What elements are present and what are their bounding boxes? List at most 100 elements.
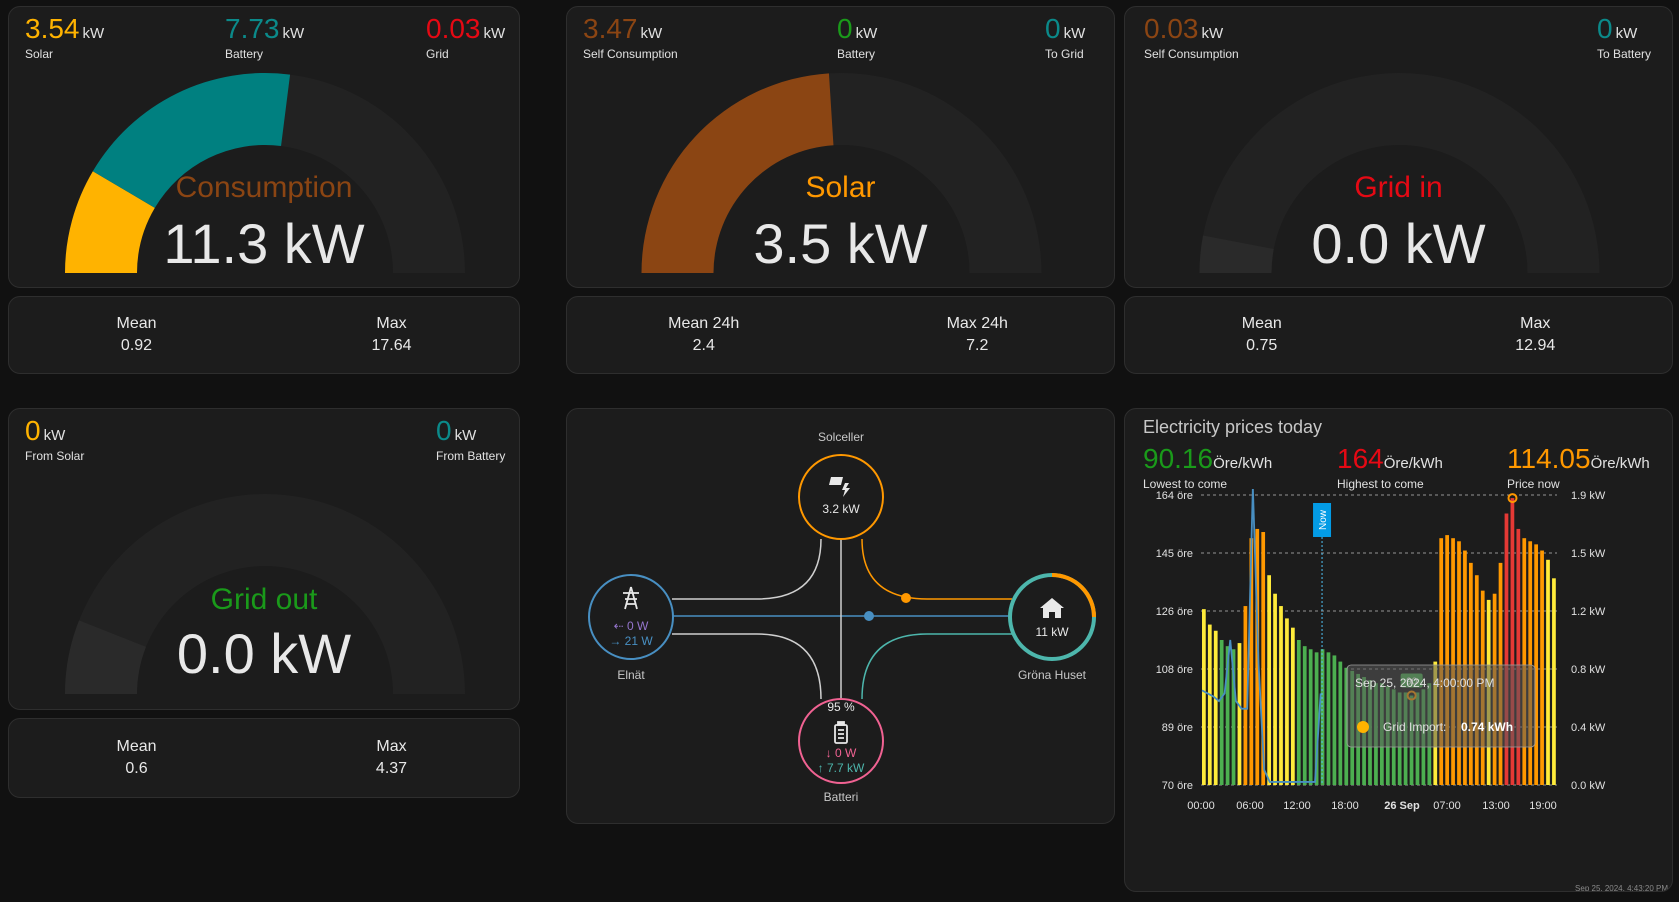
- battery-to-home-line: [861, 633, 1012, 700]
- battery-percent: 95 %: [827, 700, 855, 714]
- stat-value: 114.05: [1507, 443, 1591, 474]
- max-block: Max 17.64: [264, 297, 519, 373]
- price-bar[interactable]: [1302, 646, 1307, 785]
- price-bar[interactable]: [1546, 559, 1550, 785]
- grid-in-stats-card: Mean 0.75 Max 12.94: [1124, 296, 1673, 374]
- grid-out-stats-card: Mean 0.6 Max 4.37: [8, 718, 520, 798]
- solar-node-value: 3.2 kW: [822, 502, 860, 516]
- price-bar[interactable]: [1291, 627, 1295, 785]
- price-bar[interactable]: [1285, 618, 1289, 785]
- price-bar[interactable]: [1267, 575, 1271, 785]
- y-left-tick: 70 öre: [1162, 780, 1193, 792]
- mean-block: Mean 0.92: [9, 297, 264, 373]
- mean-value: 0.75: [1246, 337, 1278, 354]
- solar-card: 3.47 kW Self Consumption 0 kW Battery 0 kW …: [566, 6, 1115, 288]
- stat-unit: Öre/kWh: [1590, 455, 1650, 472]
- x-tick: 26 Sep: [1384, 800, 1420, 812]
- now-marker-label: Now: [1318, 509, 1329, 530]
- mean-label: Mean: [116, 315, 157, 332]
- max-label: Max: [376, 315, 407, 332]
- price-bar[interactable]: [1207, 624, 1212, 785]
- solar-to-grid-line: [672, 538, 822, 600]
- price-bar[interactable]: [1522, 538, 1527, 785]
- price-bar[interactable]: [1457, 541, 1461, 785]
- price-bar[interactable]: [1552, 578, 1556, 785]
- gauge-title: Grid in: [1354, 171, 1443, 204]
- grid-in-card: 0.03 kW Self Consumption 0 kW To Battery G…: [1124, 6, 1673, 288]
- battery-in-text: 0 W: [835, 746, 857, 760]
- solar-to-home-line: [861, 538, 1012, 600]
- y-left-tick: 108 öre: [1156, 664, 1193, 676]
- gauge-title: Consumption: [175, 171, 353, 204]
- price-bar[interactable]: [1534, 544, 1538, 785]
- mean-block: Mean 24h 2.4: [567, 297, 841, 373]
- battery-out-value: ↑ 7.7 kW: [817, 761, 865, 775]
- grid-to-battery-line: [672, 633, 822, 700]
- price-now-stat[interactable]: 114.05Öre/kWh Price now: [1507, 443, 1650, 491]
- y-right-tick: 0.0 kW: [1571, 780, 1606, 792]
- price-bar[interactable]: [1237, 643, 1242, 785]
- price-bar[interactable]: [1445, 535, 1449, 785]
- highest-price-stat[interactable]: 164Öre/kWh Highest to come: [1337, 443, 1443, 491]
- max-value: 4.37: [375, 760, 408, 777]
- x-tick: 13:00: [1482, 800, 1510, 812]
- price-bar[interactable]: [1219, 640, 1224, 785]
- stat-value: 164: [1337, 443, 1384, 474]
- mean-label: Mean: [1241, 315, 1282, 332]
- price-bar[interactable]: [1279, 606, 1283, 785]
- price-bar[interactable]: [1451, 538, 1455, 785]
- flow-dot-grid: [864, 611, 874, 621]
- grid-in-value: ⇠ 0 W: [613, 619, 649, 633]
- price-bar[interactable]: [1202, 609, 1206, 785]
- tooltip-time: Sep 25, 2024, 4:00:00 PM: [1355, 676, 1494, 690]
- gauge-value: 0.0 kW: [1311, 212, 1486, 275]
- gauge-value: 3.5 kW: [753, 212, 928, 275]
- grid-node-label: Elnät: [617, 668, 645, 682]
- y-left-tick: 145 öre: [1156, 548, 1193, 560]
- gauge-value: 11.3 kW: [163, 212, 365, 275]
- price-bar[interactable]: [1332, 655, 1337, 785]
- price-bar[interactable]: [1273, 593, 1277, 785]
- price-bar[interactable]: [1528, 541, 1533, 785]
- price-bar[interactable]: [1326, 652, 1331, 785]
- grid-out-value: → 21 W: [609, 634, 653, 648]
- gauge-value: 0.0 kW: [176, 622, 352, 685]
- price-bar[interactable]: [1540, 550, 1544, 785]
- price-bar[interactable]: [1308, 649, 1313, 785]
- tooltip-value: 0.74 kWh: [1461, 720, 1513, 734]
- chart-footer-timestamp: Sep 25, 2024, 4:43:20 PM: [1575, 884, 1668, 892]
- price-bar[interactable]: [1338, 661, 1343, 785]
- price-bar[interactable]: [1296, 640, 1301, 785]
- flow-dot-solar: [901, 593, 911, 603]
- stat-unit: Öre/kWh: [1383, 455, 1443, 472]
- y-right-tick: 0.8 kW: [1571, 664, 1606, 676]
- home-node-label: Gröna Huset: [1017, 668, 1087, 682]
- mean-value: 2.4: [692, 337, 715, 354]
- solar-node[interactable]: [798, 454, 884, 540]
- y-left-tick: 89 öre: [1162, 722, 1193, 734]
- y-left-tick: 126 öre: [1156, 606, 1193, 618]
- max-label: Max 24h: [946, 315, 1008, 332]
- max-block: Max 12.94: [1399, 297, 1673, 373]
- max-block: Max 24h 7.2: [841, 297, 1115, 373]
- x-tick: 07:00: [1433, 800, 1461, 812]
- tooltip-series-dot: [1357, 721, 1369, 733]
- grid-in-text: 0 W: [627, 619, 649, 633]
- battery-out-text: 7.7 kW: [827, 761, 865, 775]
- chart-tooltip: Sep 25, 2024, 4:00:00 PM Grid Import: 0.74…: [1346, 664, 1536, 748]
- y-right-tick: 1.2 kW: [1571, 606, 1606, 618]
- battery-node-label: Batteri: [823, 790, 859, 804]
- price-bar[interactable]: [1213, 630, 1218, 785]
- prices-title: Electricity prices today: [1143, 417, 1323, 437]
- mean-block: Mean 0.6: [9, 719, 264, 797]
- price-chart[interactable]: 164 öre 1.9 kW 145 öre 1.5 kW 126 öre 1.2 kW 1…: [1125, 489, 1673, 889]
- y-right-tick: 1.5 kW: [1571, 548, 1606, 560]
- mean-value: 0.92: [120, 337, 153, 354]
- consumption-card: 3.54 kW Solar 7.73 kW Battery 0.03 kW Grid …: [8, 6, 520, 288]
- power-flow-card: Solceller 3.2 kW ⇠ 0 W → 21 W Elnät 11 k…: [566, 408, 1115, 824]
- consumption-stats-card: Mean 0.92 Max 17.64: [8, 296, 520, 374]
- price-bar[interactable]: [1439, 538, 1444, 785]
- lowest-price-stat[interactable]: 90.16Öre/kWh Lowest to come: [1143, 443, 1272, 491]
- max-label: Max: [1520, 315, 1551, 332]
- y-right-tick: 1.9 kW: [1571, 490, 1606, 502]
